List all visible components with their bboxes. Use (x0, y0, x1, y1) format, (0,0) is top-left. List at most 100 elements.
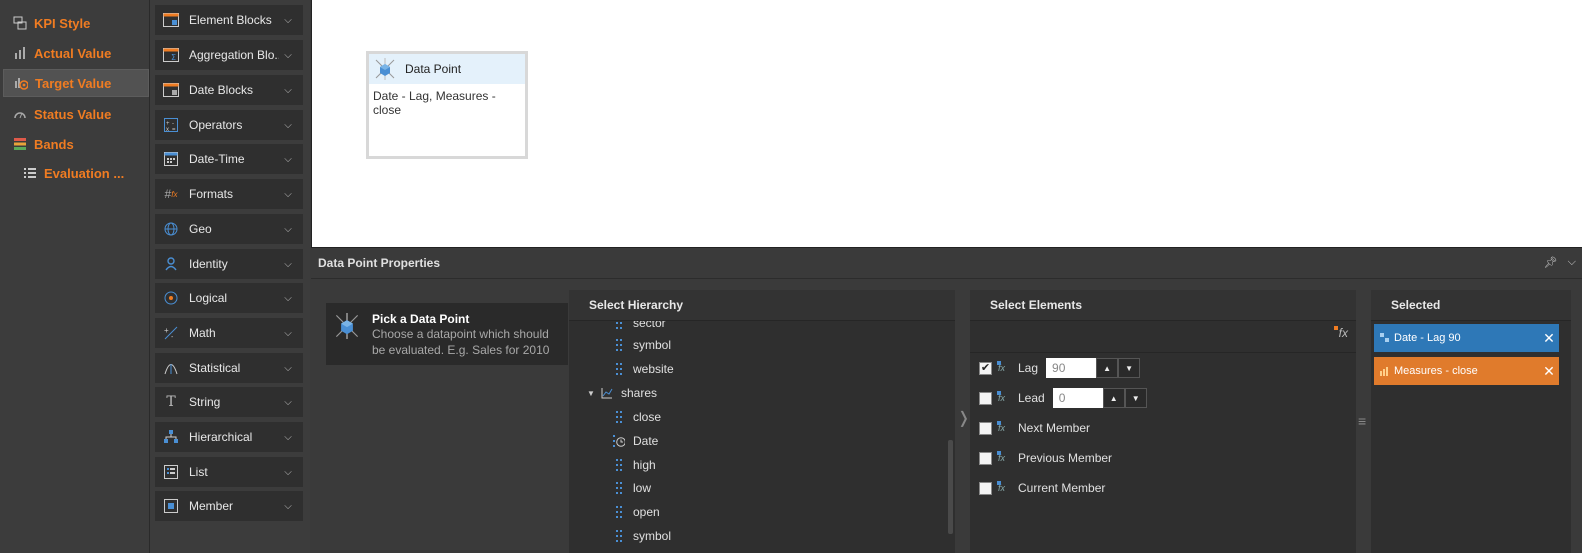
palette-element-blocks[interactable]: Element Blocks ⌵ (155, 5, 303, 35)
select-elements-column: Select Elements fx ✔ fx Lag 90 ▲ ▼ fx Le… (970, 290, 1356, 553)
properties-panel: Data Point Properties 📌︎ ⌵ Pick a Data P… (311, 247, 1582, 553)
lead-checkbox[interactable] (979, 391, 992, 405)
palette-statistical[interactable]: Statistical ⌵ (155, 353, 303, 383)
expand-arrow-icon[interactable]: ▼ (587, 389, 601, 398)
palette-identity[interactable]: Identity ⌵ (155, 249, 303, 279)
lag-value-input[interactable]: 90 (1046, 358, 1097, 378)
measure-group-icon (601, 387, 613, 399)
splitter-chevron-icon[interactable]: ❭ (957, 408, 970, 428)
nav-item-kpi-style[interactable]: KPI Style (0, 9, 150, 37)
element-row-current-member[interactable]: fx Current Member (979, 476, 1105, 500)
person-icon (162, 255, 180, 273)
list-icon (22, 165, 38, 181)
chevron-down-icon[interactable]: ⌵ (279, 259, 297, 270)
lead-value-input[interactable]: 0 (1052, 388, 1103, 408)
hierarchy-item-date[interactable]: Date (613, 429, 658, 453)
level-icon (613, 459, 625, 471)
function-palette: Element Blocks ⌵ Σ Aggregation Blo... ⌵ … (150, 0, 310, 553)
fx-icon: fx (997, 481, 1012, 493)
chevron-down-icon[interactable]: ⌵ (279, 501, 297, 512)
hierarchy-item-close[interactable]: close (613, 405, 661, 429)
chevron-down-icon[interactable]: ⌵ (279, 432, 297, 443)
palette-operators[interactable]: + - x = Operators ⌵ (155, 110, 303, 140)
remove-chip-icon[interactable]: ✕ (1539, 330, 1559, 347)
palette-string[interactable]: T String ⌵ (155, 387, 303, 417)
formula-canvas[interactable]: Data Point Date - Lag, Measures - close (311, 0, 1582, 247)
palette-member[interactable]: Member ⌵ (155, 491, 303, 521)
pin-icon[interactable]: 📌︎ (1544, 256, 1558, 269)
logical-icon (162, 289, 180, 307)
selected-chip-date-lag[interactable]: Date - Lag 90 ✕ (1374, 324, 1559, 352)
palette-list[interactable]: List ⌵ (155, 457, 303, 487)
aggregation-icon: Σ (162, 46, 180, 64)
column-header: Select Hierarchy (569, 290, 955, 321)
hierarchy-list[interactable]: sector symbol website ▼ shares close Dat… (569, 321, 945, 553)
current-member-checkbox[interactable] (979, 481, 992, 495)
chevron-down-icon[interactable]: ⌵ (279, 363, 297, 374)
list-icon (162, 463, 180, 481)
nav-item-target-value[interactable]: Target Value (3, 69, 149, 97)
palette-date-blocks[interactable]: Date Blocks ⌵ (155, 75, 303, 105)
data-point-icon (335, 313, 359, 339)
selected-chip-measures-close[interactable]: Measures - close ✕ (1374, 357, 1559, 385)
chevron-down-icon[interactable]: ⌵ (279, 224, 297, 235)
hierarchy-icon (162, 428, 180, 446)
nav-item-actual-value[interactable]: Actual Value (0, 39, 150, 67)
next-member-checkbox[interactable] (979, 421, 992, 435)
hierarchy-item-website[interactable]: website (613, 357, 674, 381)
node-header: Data Point (369, 54, 525, 84)
hierarchy-item-low[interactable]: low (613, 476, 651, 500)
target-icon (13, 75, 29, 91)
element-row-lag[interactable]: ✔ fx Lag 90 ▲ ▼ (979, 356, 1141, 380)
chevron-down-icon[interactable]: ⌵ (279, 189, 297, 200)
palette-hierarchical[interactable]: Hierarchical ⌵ (155, 422, 303, 452)
lag-decrement-button[interactable]: ▼ (1118, 358, 1141, 378)
chevron-down-icon[interactable]: ⌵ (279, 15, 297, 26)
fx-formula-icon[interactable]: fx (1333, 326, 1348, 340)
palette-logical[interactable]: Logical ⌵ (155, 283, 303, 313)
nav-item-evaluation[interactable]: Evaluation ... (0, 159, 150, 187)
string-icon: T (166, 394, 176, 410)
lead-decrement-button[interactable]: ▼ (1124, 388, 1147, 408)
hierarchy-item-symbol[interactable]: symbol (613, 333, 671, 357)
svg-text:+: + (164, 326, 169, 335)
chevron-down-icon[interactable]: ⌵ (279, 293, 297, 304)
palette-geo[interactable]: Geo ⌵ (155, 214, 303, 244)
element-row-next-member[interactable]: fx Next Member (979, 416, 1090, 440)
hierarchy-item-high[interactable]: high (613, 453, 656, 477)
fx-icon: fx (997, 361, 1012, 373)
chevron-down-icon[interactable]: ⌵ (279, 328, 297, 339)
nav-item-label: Evaluation ... (44, 165, 125, 181)
palette-formats[interactable]: # fx Formats ⌵ (155, 179, 303, 209)
chevron-down-icon[interactable]: ⌵ (279, 154, 297, 165)
hierarchy-scrollbar[interactable] (948, 440, 953, 534)
chevron-down-icon[interactable]: ⌵ (279, 467, 297, 478)
data-point-node[interactable]: Data Point Date - Lag, Measures - close (366, 51, 528, 159)
nav-item-bands[interactable]: Bands (0, 130, 150, 158)
element-row-previous-member[interactable]: fx Previous Member (979, 446, 1112, 470)
hierarchy-item-shares[interactable]: ▼ shares (587, 381, 657, 405)
lag-increment-button[interactable]: ▲ (1096, 358, 1119, 378)
divider (970, 352, 1356, 353)
lead-increment-button[interactable]: ▲ (1102, 388, 1125, 408)
palette-date-time[interactable]: Date-Time ⌵ (155, 144, 303, 174)
nav-item-status-value[interactable]: Status Value (0, 100, 150, 128)
palette-aggregation-blocks[interactable]: Σ Aggregation Blo... ⌵ (155, 40, 303, 70)
collapse-icon[interactable]: ⌵ (1568, 256, 1576, 269)
hierarchy-item-symbol-2[interactable]: symbol (613, 524, 671, 548)
chevron-down-icon[interactable]: ⌵ (279, 85, 297, 96)
chevron-down-icon[interactable]: ⌵ (279, 120, 297, 131)
pick-description: Choose a datapoint which should be evalu… (372, 327, 550, 357)
math-icon: + - (162, 324, 180, 342)
element-row-lead[interactable]: fx Lead 0 ▲ ▼ (979, 386, 1147, 410)
hierarchy-item-open[interactable]: open (613, 500, 660, 524)
chevron-down-icon[interactable]: ⌵ (279, 397, 297, 408)
kpi-style-icon (12, 15, 28, 31)
previous-member-checkbox[interactable] (979, 451, 992, 465)
lag-checkbox[interactable]: ✔ (979, 361, 992, 375)
palette-math[interactable]: + - Math ⌵ (155, 318, 303, 348)
remove-chip-icon[interactable]: ✕ (1539, 363, 1559, 380)
splitter-handle-icon[interactable]: ≡ (1358, 413, 1366, 429)
nav-item-label: Bands (34, 136, 74, 152)
chevron-down-icon[interactable]: ⌵ (279, 50, 297, 61)
